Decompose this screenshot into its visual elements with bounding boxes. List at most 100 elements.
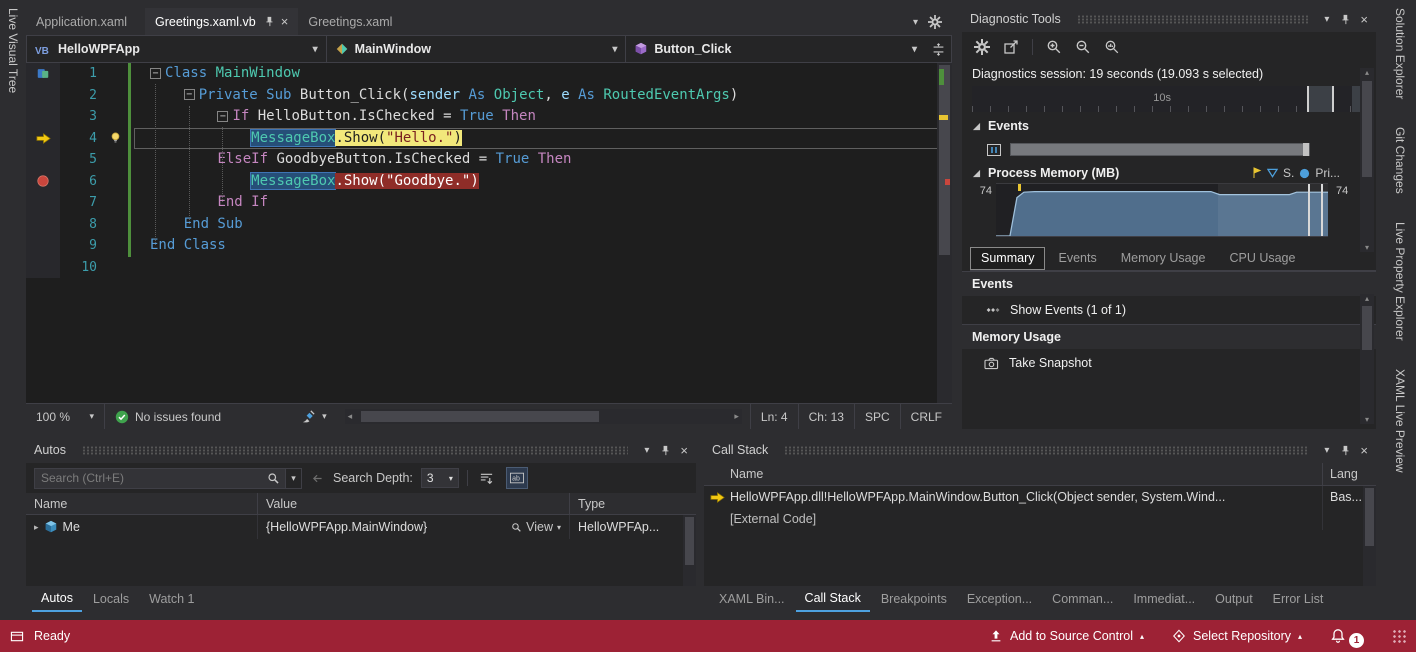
tab-locals[interactable]: Locals <box>84 586 138 612</box>
space-mode-indicator[interactable]: SPC <box>854 404 900 429</box>
events-selection-bar[interactable] <box>1010 143 1310 156</box>
select-repository-button[interactable]: Select Repository ▴ <box>1172 629 1302 643</box>
column-header-lang[interactable]: Lang <box>1322 463 1376 485</box>
code-cleanup-button[interactable]: ▾ <box>291 404 337 429</box>
search-box[interactable] <box>34 468 286 489</box>
call-stack-scrollbar[interactable] <box>1363 486 1376 586</box>
code-text[interactable]: −Private Sub Button_Click(sender As Obje… <box>134 85 952 107</box>
drag-grip[interactable] <box>784 446 1308 455</box>
autos-scrollbar[interactable] <box>683 515 696 586</box>
column-header-value[interactable]: Value <box>258 493 570 514</box>
code-text[interactable]: End If <box>134 192 952 214</box>
selection-handle[interactable] <box>1303 143 1309 156</box>
show-events-link[interactable]: Show Events (1 of 1) <box>962 296 1376 324</box>
scrollbar-thumb[interactable] <box>361 411 599 422</box>
autos-title-bar[interactable]: Autos ▾ × <box>26 437 696 463</box>
resize-grip[interactable] <box>1392 629 1406 643</box>
tab-command-window[interactable]: Comman... <box>1043 586 1122 612</box>
expander-icon[interactable]: ▸ <box>34 522 39 533</box>
diagnostic-tools-title-bar[interactable]: Diagnostic Tools ▾ × <box>962 6 1376 32</box>
selection-handle[interactable] <box>1308 184 1310 236</box>
sidebar-tab-live-property-explorer[interactable]: Live Property Explorer <box>1393 214 1407 341</box>
lightbulb-margin[interactable] <box>104 128 126 150</box>
table-row[interactable]: ▸ Me {HelloWPFApp.MainWindow} View ▾ Hel… <box>26 515 696 539</box>
background-tasks-icon[interactable] <box>10 630 24 643</box>
pin-icon[interactable] <box>659 445 670 456</box>
breakpoint-margin[interactable] <box>26 257 60 279</box>
window-position-chevron-icon[interactable]: ▾ <box>1324 14 1329 25</box>
close-icon[interactable]: × <box>1360 12 1368 27</box>
drag-grip[interactable] <box>1077 15 1309 24</box>
scroll-down-arrow-icon[interactable]: ▾ <box>1365 243 1369 252</box>
tab-summary[interactable]: Summary <box>970 247 1045 270</box>
breakpoint-margin[interactable] <box>26 235 60 257</box>
timeline-ruler[interactable]: 10s <box>972 86 1366 112</box>
split-window-button[interactable] <box>925 36 951 62</box>
code-text[interactable]: End Class <box>134 235 952 257</box>
tab-greetings-xaml-vb[interactable]: Greetings.xaml.vb × <box>145 8 298 35</box>
tab-error-list[interactable]: Error List <box>1264 586 1333 612</box>
search-depth-dropdown[interactable]: 3 ▾ <box>421 468 459 488</box>
quick-actions-lightbulb-icon[interactable] <box>109 131 122 145</box>
settings-gear-icon[interactable] <box>974 39 990 55</box>
back-arrow-icon[interactable] <box>310 472 325 485</box>
tab-memory-usage[interactable]: Memory Usage <box>1110 247 1217 270</box>
sidebar-tab-live-visual-tree[interactable]: Live Visual Tree <box>6 0 20 93</box>
tab-output[interactable]: Output <box>1206 586 1262 612</box>
scroll-up-arrow-icon[interactable]: ▴ <box>1365 68 1369 77</box>
scroll-right-arrow-icon[interactable]: ▸ <box>734 411 739 422</box>
scrollbar-thumb[interactable] <box>939 65 950 255</box>
add-to-source-control-button[interactable]: Add to Source Control ▴ <box>989 629 1144 643</box>
fold-collapse-box[interactable]: − <box>217 111 228 122</box>
code-text[interactable]: MessageBox.Show("Goodbye.") <box>134 171 952 193</box>
column-header-type[interactable]: Type <box>570 493 696 514</box>
eol-indicator[interactable]: CRLF <box>900 404 952 429</box>
view-visualizer-button[interactable]: View ▾ <box>511 520 561 534</box>
settings-gear-icon[interactable] <box>928 15 942 29</box>
pin-icon[interactable] <box>263 16 274 27</box>
zoom-out-icon[interactable] <box>1075 39 1091 55</box>
sidebar-tab-solution-explorer[interactable]: Solution Explorer <box>1393 0 1407 99</box>
column-header-name[interactable]: Name <box>730 463 1322 485</box>
scroll-left-arrow-icon[interactable]: ◂ <box>348 411 353 422</box>
tab-breakpoints[interactable]: Breakpoints <box>872 586 956 612</box>
scroll-down-arrow-icon[interactable]: ▾ <box>1365 415 1369 424</box>
column-header-name[interactable]: Name <box>26 493 258 514</box>
code-text[interactable]: MessageBox.Show("Hello.") <box>134 128 952 150</box>
sidebar-tab-xaml-live-preview[interactable]: XAML Live Preview <box>1393 361 1407 473</box>
breakpoint-margin[interactable] <box>26 128 60 150</box>
tab-exception-settings[interactable]: Exception... <box>958 586 1041 612</box>
breakpoint-margin[interactable] <box>26 171 60 193</box>
window-position-chevron-icon[interactable]: ▾ <box>1324 445 1329 456</box>
selection-handle[interactable] <box>1321 184 1323 236</box>
breakpoint-icon[interactable] <box>36 174 50 188</box>
diagnostics-summary-scrollbar[interactable]: ▴ ▾ <box>1360 294 1374 424</box>
file-health-indicator[interactable]: No issues found <box>104 404 231 429</box>
tab-greetings-xaml[interactable]: Greetings.xaml <box>298 8 402 35</box>
tab-autos[interactable]: Autos <box>32 586 82 612</box>
scrollbar-thumb[interactable] <box>1362 81 1372 177</box>
zoom-in-icon[interactable] <box>1046 39 1062 55</box>
pin-icon[interactable] <box>1339 445 1350 456</box>
breakpoint-margin[interactable] <box>26 214 60 236</box>
zoom-dropdown[interactable]: 100 % ▾ <box>26 404 104 429</box>
scroll-up-arrow-icon[interactable]: ▴ <box>1365 294 1369 303</box>
tab-events[interactable]: Events <box>1047 247 1107 270</box>
project-dropdown[interactable]: VB HelloWPFApp ▾ <box>27 36 327 62</box>
tab-call-stack[interactable]: Call Stack <box>796 586 870 612</box>
window-position-chevron-icon[interactable]: ▾ <box>644 445 649 456</box>
events-section-header[interactable]: Events <box>962 116 1376 136</box>
selection-handle[interactable] <box>1307 86 1309 112</box>
fold-collapse-box[interactable]: − <box>150 68 161 79</box>
tab-application-xaml[interactable]: Application.xaml <box>26 8 137 35</box>
member-dropdown[interactable]: Button_Click ▾ <box>626 36 925 62</box>
search-options-chevron-icon[interactable]: ▾ <box>286 468 302 489</box>
text-visualizer-button[interactable]: ab <box>506 467 528 489</box>
tab-list-chevron-icon[interactable]: ▾ <box>913 17 918 28</box>
tab-immediate-window[interactable]: Immediat... <box>1124 586 1204 612</box>
create-report-icon[interactable] <box>1003 39 1019 55</box>
timeline-selection[interactable] <box>1307 86 1335 112</box>
code-text[interactable]: End Sub <box>134 214 952 236</box>
stack-frame-row[interactable]: [External Code] <box>704 508 1376 530</box>
memory-chart[interactable] <box>996 183 1328 237</box>
